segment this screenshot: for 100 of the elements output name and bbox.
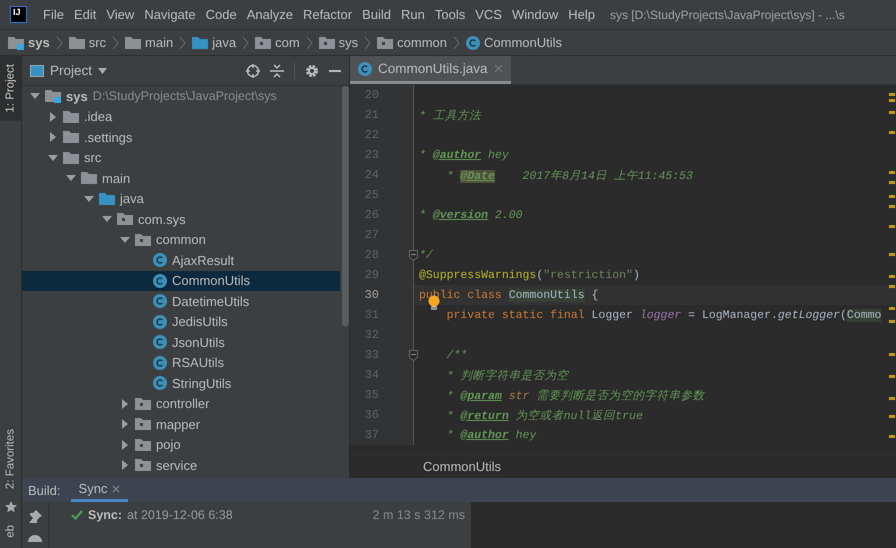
tree-row[interactable]: CommonUtils — [22, 270, 340, 291]
menu-item[interactable]: Build — [357, 7, 396, 22]
class-icon — [466, 36, 480, 50]
menu-item[interactable]: Refactor — [298, 7, 358, 22]
fold-marker-icon[interactable] — [409, 350, 418, 361]
tree-row[interactable]: AjaxResult — [22, 250, 340, 270]
class-icon — [358, 62, 372, 76]
project-tool-tab[interactable]: 1: Project — [0, 56, 21, 121]
app-logo: IJ — [10, 6, 27, 23]
code-line: */ — [418, 248, 433, 262]
tree-item-label: StringUtils — [172, 376, 232, 391]
menu-item[interactable]: Help — [563, 7, 600, 22]
menu-item[interactable]: Navigate — [139, 7, 201, 22]
tree-item-label: JsonUtils — [172, 334, 225, 350]
tree-row[interactable]: .idea — [22, 106, 340, 127]
favorites-tool-tab[interactable]: 2: Favorites — [0, 421, 21, 498]
menu-item[interactable]: Edit — [68, 7, 102, 22]
breadcrumb-item[interactable]: main — [145, 35, 174, 50]
line-number: 30 — [364, 288, 379, 302]
chevron-icon — [112, 36, 120, 50]
breadcrumb-item[interactable]: com — [275, 35, 300, 50]
package-icon — [135, 417, 151, 432]
menu-item[interactable]: Run — [396, 7, 430, 22]
event-duration: 2 m 13 s 312 ms — [372, 508, 466, 522]
tree-row[interactable]: src — [22, 148, 340, 168]
breadcrumb-item[interactable]: sys — [338, 35, 358, 50]
menu-item[interactable]: Code — [200, 7, 242, 22]
package-icon — [135, 396, 151, 411]
menu-item[interactable]: View — [101, 7, 140, 22]
arrow-down-icon[interactable] — [84, 194, 94, 204]
breadcrumb-item[interactable]: java — [212, 35, 236, 50]
tree-item-label: pojo — [156, 437, 181, 452]
tree-row[interactable]: sys D:\StudyProjects\JavaProject\sys — [22, 86, 340, 106]
scrollbar-thumb[interactable] — [342, 86, 349, 326]
tree-row[interactable]: main — [22, 168, 340, 188]
chevron-icon — [56, 36, 63, 50]
close-icon[interactable] — [112, 484, 120, 492]
breadcrumb-item[interactable]: common — [397, 35, 448, 50]
arrow-down-icon[interactable] — [120, 234, 130, 245]
dropdown-caret-icon[interactable] — [98, 68, 108, 74]
code-line: * @version 2.00 — [418, 208, 523, 222]
menu-item[interactable]: VCS — [470, 7, 507, 22]
arrow-right-icon[interactable] — [48, 112, 58, 122]
code-line: * 工具方法 — [418, 108, 481, 122]
tree-item-label: java — [120, 191, 144, 206]
tree-item-label: main — [102, 170, 130, 186]
arrow-right-icon[interactable] — [120, 398, 130, 409]
arrow-down-icon[interactable] — [30, 91, 40, 102]
code-line: * @Date 2017年8月14日 上午11:45:53 — [446, 168, 693, 182]
arrow-right-icon[interactable] — [120, 460, 130, 470]
menu-item[interactable]: Tools — [430, 7, 470, 22]
tree-row[interactable]: DatetimeUtils — [22, 291, 340, 312]
menu-item[interactable]: File — [38, 7, 69, 22]
collapse-all-icon[interactable] — [270, 64, 284, 78]
folder-icon — [81, 171, 97, 186]
tree-row[interactable]: .settings — [22, 127, 340, 148]
package-icon — [255, 36, 272, 50]
tree-row[interactable]: service — [22, 455, 340, 476]
folder-icon — [63, 130, 79, 144]
tree-row[interactable]: com.sys — [22, 209, 340, 230]
tree-item-label: CommonUtils — [172, 273, 250, 288]
class-icon — [153, 356, 167, 370]
arrow-right-icon[interactable] — [120, 419, 130, 430]
tree-row[interactable]: JsonUtils — [22, 332, 340, 352]
editor-tab[interactable]: CommonUtils.java — [350, 56, 511, 84]
tree-row[interactable]: pojo — [22, 434, 340, 455]
code-line: /** — [446, 348, 468, 362]
chevron-icon — [453, 36, 460, 50]
tree-row[interactable]: common — [22, 230, 340, 250]
build-tab[interactable]: Sync — [70, 478, 128, 502]
target-icon[interactable] — [246, 64, 260, 78]
menu-item[interactable]: Window — [506, 7, 564, 22]
code-line: * @author hey — [418, 148, 509, 162]
minimize-icon[interactable] — [329, 70, 341, 72]
arrow-right-icon[interactable] — [48, 132, 58, 142]
breadcrumb-item[interactable]: src — [88, 35, 106, 50]
panel-title[interactable]: Project — [50, 63, 92, 78]
class-icon — [153, 376, 167, 390]
arrow-down-icon[interactable] — [66, 173, 76, 184]
arrow-down-icon[interactable] — [102, 214, 112, 224]
tree-row[interactable]: JedisUtils — [22, 312, 340, 332]
window-icon — [30, 64, 44, 76]
chevron-icon — [364, 36, 372, 50]
arrow-down-icon[interactable] — [48, 152, 58, 163]
tree-row[interactable]: mapper — [22, 414, 340, 434]
breadcrumb-item[interactable]: CommonUtils — [484, 35, 562, 50]
star-icon — [4, 501, 16, 514]
class-icon — [153, 314, 167, 329]
tree-row[interactable]: controller — [22, 394, 340, 414]
tree-row[interactable]: RSAUtils — [22, 352, 340, 373]
arrow-right-icon[interactable] — [120, 440, 130, 450]
tree-item-label: JedisUtils — [172, 314, 228, 330]
tree-row[interactable]: StringUtils — [22, 373, 340, 394]
breadcrumb-item[interactable]: sys — [28, 35, 50, 50]
tree-row[interactable]: java — [22, 188, 340, 209]
web-tool-tab[interactable]: eb — [0, 517, 21, 546]
menu-item[interactable]: Analyze — [242, 7, 298, 22]
event-title[interactable]: Sync: — [88, 508, 122, 522]
settings-icon[interactable] — [305, 64, 319, 78]
fold-marker-icon[interactable] — [409, 250, 418, 261]
